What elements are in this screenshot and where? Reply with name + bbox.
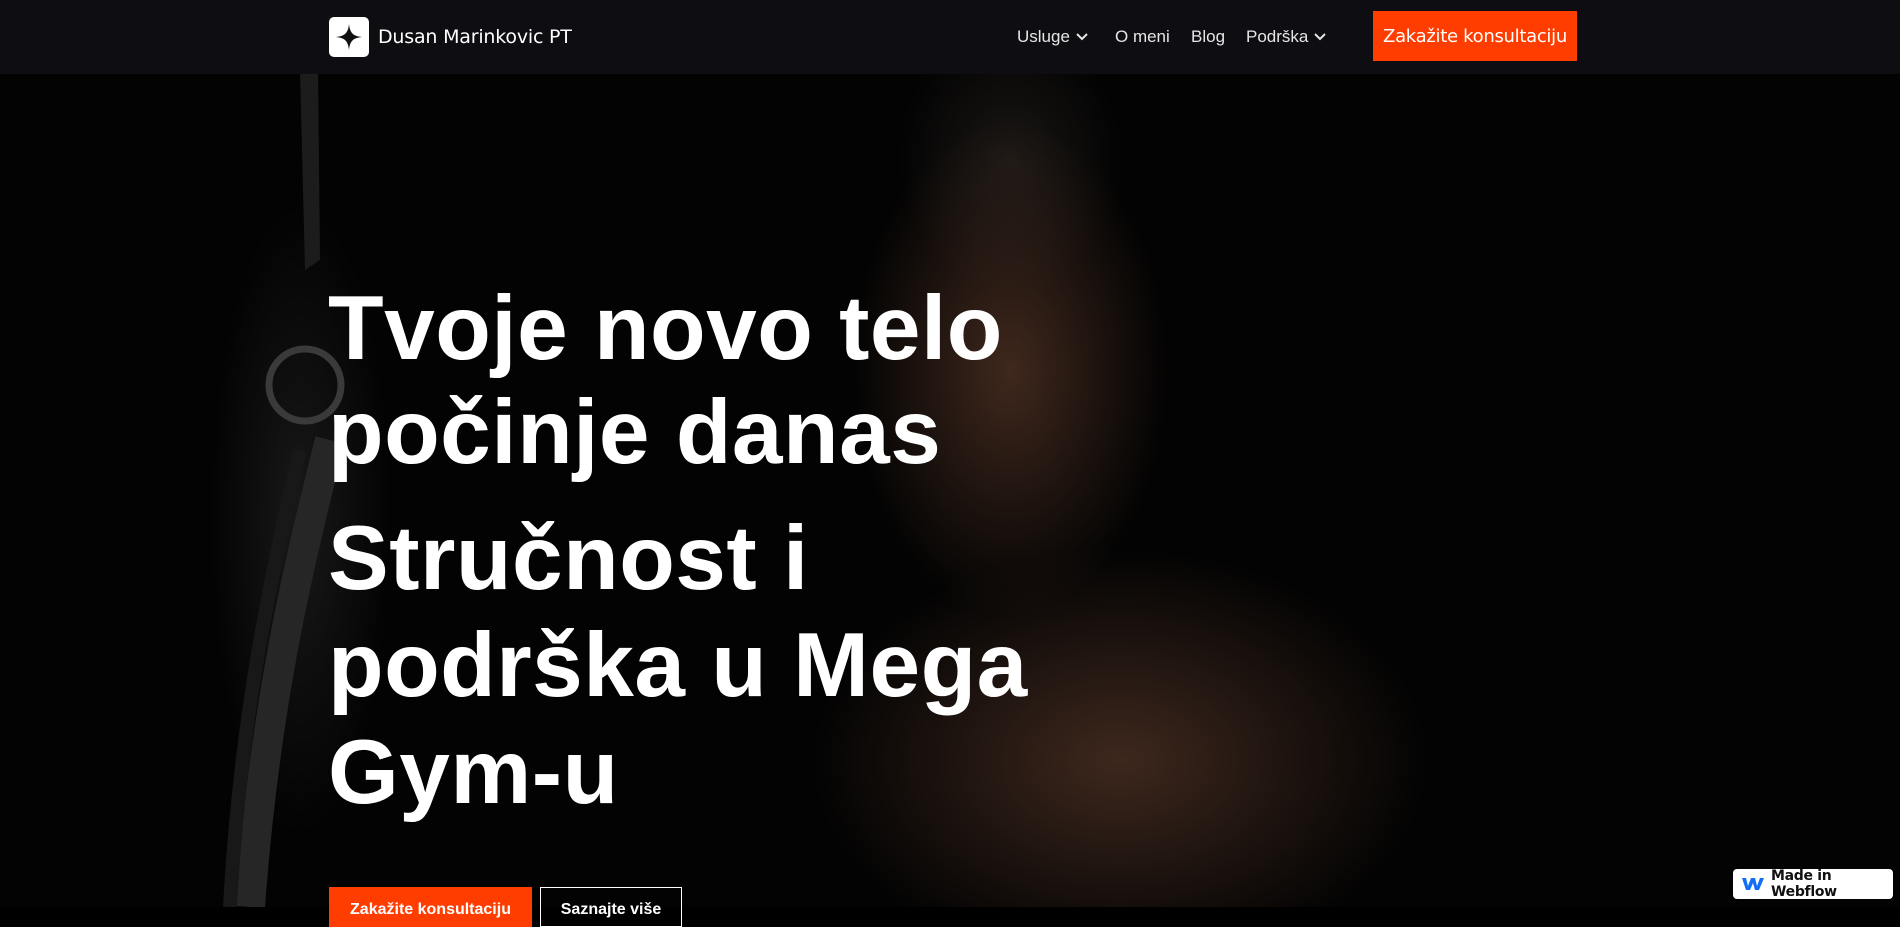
nav-item-blog[interactable]: Blog bbox=[1191, 24, 1225, 50]
nav-item-label: Usluge bbox=[1017, 27, 1070, 46]
nav-item-o-meni[interactable]: O meni bbox=[1115, 24, 1170, 50]
made-in-webflow-badge[interactable]: Made in Webflow bbox=[1733, 868, 1893, 900]
brand-link[interactable]: Dusan Marinkovic PT bbox=[329, 17, 572, 57]
book-consultation-button[interactable]: Zakažite konsultaciju bbox=[1373, 11, 1577, 61]
nav-item-usluge[interactable]: Usluge bbox=[1017, 24, 1088, 50]
hero-subtitle: Stručnost i podrška u Mega Gym-u bbox=[328, 508, 1028, 823]
nav-item-label: Blog bbox=[1191, 27, 1226, 46]
hero-book-consultation-button[interactable]: Zakažite konsultaciju bbox=[329, 887, 532, 927]
nav-item-podrska[interactable]: Podrška bbox=[1246, 24, 1327, 50]
chevron-down-icon bbox=[1314, 33, 1327, 41]
four-point-star-icon bbox=[329, 17, 369, 57]
webflow-logo-icon bbox=[1741, 876, 1765, 892]
nav-item-label: O meni bbox=[1115, 27, 1170, 46]
nav-item-label: Podrška bbox=[1246, 27, 1309, 46]
brand-name: Dusan Marinkovic PT bbox=[378, 26, 572, 48]
hero-learn-more-button[interactable]: Saznajte više bbox=[540, 887, 682, 927]
chevron-down-icon bbox=[1076, 33, 1088, 41]
top-navbar: Dusan Marinkovic PT Usluge O meni Blog P… bbox=[0, 0, 1900, 74]
hero-title: Tvoje novo telo počinje danas bbox=[328, 278, 1003, 483]
badge-label: Made in Webflow bbox=[1771, 868, 1837, 900]
